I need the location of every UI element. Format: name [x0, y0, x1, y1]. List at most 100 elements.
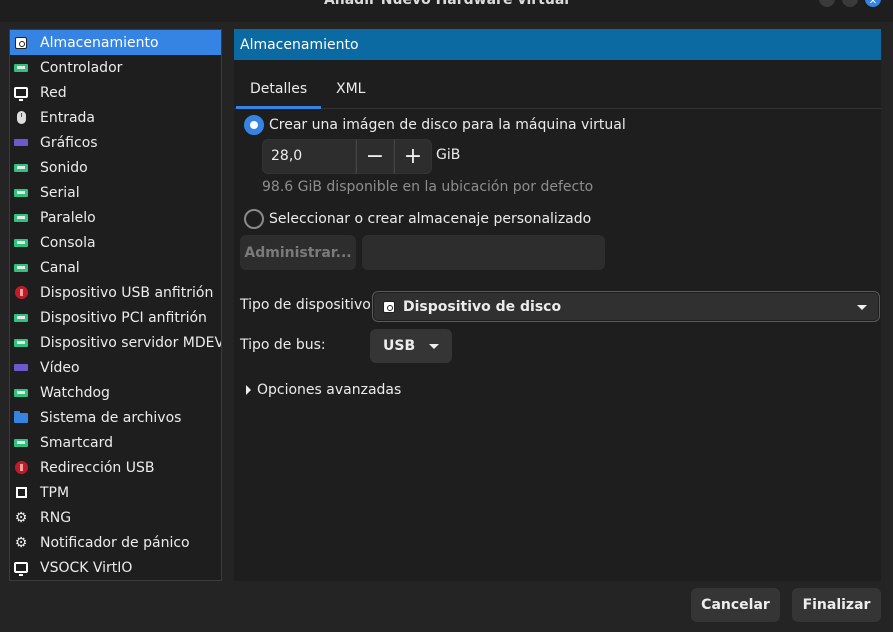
card-icon: [13, 160, 29, 176]
sidebar-item-label: Watchdog: [40, 384, 110, 401]
create-disk-label: Crear una imágen de disco para la máquin…: [269, 117, 626, 133]
sidebar-item-label: Almacenamiento: [40, 34, 159, 51]
disk-icon: [383, 300, 395, 313]
sidebar-item[interactable]: Serial: [10, 180, 221, 205]
gear-icon: ⚙: [14, 509, 28, 526]
sidebar-item-label: RNG: [40, 509, 72, 526]
tab-detalles[interactable]: Detalles: [236, 71, 322, 109]
sidebar-item[interactable]: Vídeo: [10, 355, 221, 380]
sidebar-item-label: Controlador: [40, 59, 123, 76]
sidebar-item-label: Canal: [40, 259, 80, 276]
advanced-options-label: Opciones avanzadas: [257, 382, 402, 398]
chevron-down-icon: [429, 344, 439, 349]
sidebar-item[interactable]: Entrada: [10, 105, 221, 130]
sidebar-item[interactable]: Sonido: [10, 155, 221, 180]
sidebar-item[interactable]: Smartcard: [10, 430, 221, 455]
card-icon: [13, 310, 29, 326]
card-icon: [13, 210, 29, 226]
card-icon: [13, 60, 29, 76]
device-type-dropdown[interactable]: Dispositivo de disco: [372, 291, 880, 322]
pane-header: Almacenamiento: [234, 29, 881, 60]
sidebar-item-label: Consola: [40, 234, 96, 251]
sidebar-item-label: Red: [40, 84, 67, 101]
gpu-icon: [13, 360, 29, 376]
bus-type-label: Tipo de bus:: [240, 337, 326, 353]
manage-button: Administrar...: [240, 235, 356, 270]
sidebar-item-label: Dispositivo USB anfitrión: [40, 284, 214, 301]
sidebar-item-label: Smartcard: [40, 434, 114, 451]
decrement-button[interactable]: −: [356, 139, 394, 174]
monitor-icon: [13, 560, 29, 576]
available-space-hint: 98.6 GiB disponible en la ubicación por …: [262, 179, 594, 195]
sidebar-item-label: Vídeo: [40, 359, 80, 376]
sidebar-item[interactable]: Watchdog: [10, 380, 221, 405]
sidebar-item[interactable]: ⚙ Notificador de pánico: [10, 530, 221, 555]
increment-button[interactable]: +: [394, 139, 432, 174]
details-pane: Almacenamiento Detalles XML Crear una im…: [234, 29, 881, 581]
sidebar-item-label: Redirección USB: [40, 459, 155, 476]
card-icon: [13, 260, 29, 276]
sidebar-item[interactable]: Red: [10, 80, 221, 105]
sidebar-item[interactable]: Sistema de archivos: [10, 405, 221, 430]
create-disk-radio-row[interactable]: Crear una imágen de disco para la máquin…: [244, 115, 626, 135]
sidebar-item-label: Entrada: [40, 109, 96, 126]
sidebar-item-label: Dispositivo PCI anfitrión: [40, 309, 207, 326]
bus-type-value: USB: [383, 338, 416, 354]
usb-icon: [13, 285, 29, 301]
card-icon: [13, 185, 29, 201]
sidebar-item-label: Dispositivo servidor MDEV: [40, 334, 222, 351]
sidebar-item-label: VSOCK VirtIO: [40, 559, 133, 576]
create-disk-radio[interactable]: [244, 115, 264, 135]
close-icon: ✕: [868, 0, 878, 7]
size-input[interactable]: 28,0: [262, 139, 356, 174]
size-spinbutton: 28,0 − +: [262, 139, 432, 174]
sidebar-item[interactable]: Dispositivo USB anfitrión: [10, 280, 221, 305]
sidebar-item[interactable]: Dispositivo servidor MDEV: [10, 330, 221, 355]
device-type-label: Tipo de dispositivo:: [240, 297, 376, 313]
finish-button[interactable]: Finalizar: [792, 588, 881, 622]
disk-icon: [13, 35, 29, 51]
custom-storage-label: Seleccionar o crear almacenaje personali…: [269, 211, 592, 227]
gear-icon: ⚙: [14, 534, 28, 551]
sidebar-item[interactable]: Redirección USB: [10, 455, 221, 480]
chevron-right-icon: [246, 385, 251, 395]
sidebar-item-label: Sistema de archivos: [40, 409, 182, 426]
cancel-button[interactable]: Cancelar: [691, 588, 780, 622]
gpu-icon: [13, 135, 29, 151]
minus-icon: −: [365, 144, 385, 169]
folder-icon: [13, 410, 29, 426]
sidebar-item[interactable]: Controlador: [10, 55, 221, 80]
card-icon: [13, 385, 29, 401]
size-unit: GiB: [436, 147, 461, 163]
sidebar-item-label: Serial: [40, 184, 80, 201]
sidebar-item[interactable]: Almacenamiento: [10, 30, 221, 55]
bus-type-dropdown[interactable]: USB: [370, 329, 452, 363]
plus-icon: +: [403, 144, 423, 169]
monitor-icon: [13, 85, 29, 101]
tab-bar: Detalles XML: [234, 71, 881, 109]
card-icon: [13, 435, 29, 451]
mouse-icon: [13, 110, 29, 126]
card-icon: [13, 235, 29, 251]
storage-path-input: [362, 235, 605, 270]
sidebar-item-label: TPM: [40, 484, 70, 501]
sidebar-item[interactable]: Canal: [10, 255, 221, 280]
sidebar-item[interactable]: ⚙ RNG: [10, 505, 221, 530]
sidebar-item[interactable]: Dispositivo PCI anfitrión: [10, 305, 221, 330]
sidebar-item[interactable]: VSOCK VirtIO: [10, 555, 221, 580]
tab-xml[interactable]: XML: [322, 71, 379, 109]
usb-icon: [13, 460, 29, 476]
sidebar-item[interactable]: Gráficos: [10, 130, 221, 155]
device-type-value: Dispositivo de disco: [403, 298, 562, 315]
custom-storage-radio-row[interactable]: Seleccionar o crear almacenaje personali…: [244, 209, 591, 229]
sidebar-item-label: Gráficos: [40, 134, 98, 151]
sidebar-item[interactable]: Consola: [10, 230, 221, 255]
window-title: Añadir Nuevo Hardware virtual: [323, 0, 570, 8]
card-icon: [13, 335, 29, 351]
custom-storage-radio[interactable]: [244, 209, 264, 229]
chevron-down-icon: [857, 305, 867, 310]
sidebar-item-label: Sonido: [40, 159, 88, 176]
sidebar-item[interactable]: TPM: [10, 480, 221, 505]
advanced-options-expander[interactable]: Opciones avanzadas: [246, 382, 401, 398]
sidebar-item[interactable]: Paralelo: [10, 205, 221, 230]
